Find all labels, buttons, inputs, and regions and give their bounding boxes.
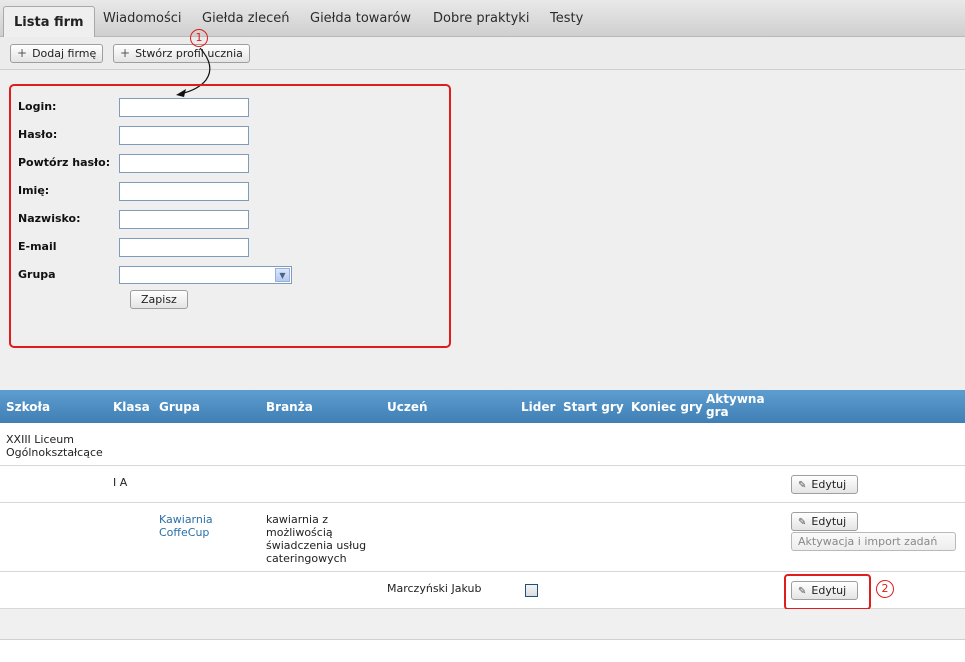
group-select[interactable]: ▼ xyxy=(119,266,292,284)
email-label: E-mail xyxy=(18,240,57,253)
column-header-end[interactable]: Koniec gry xyxy=(631,400,703,414)
edit-student-highlight xyxy=(784,574,871,610)
add-company-button[interactable]: + Dodaj firmę xyxy=(10,44,104,63)
chevron-down-icon[interactable]: ▼ xyxy=(275,268,290,282)
table-header: Szkoła Klasa Grupa Branża Uczeń Lider St… xyxy=(0,390,965,423)
edit-group-label: Edytuj xyxy=(811,515,847,528)
column-header-class[interactable]: Klasa xyxy=(113,400,150,414)
table-row-class: I A ✎ Edytuj xyxy=(0,466,965,503)
save-button[interactable]: Zapisz xyxy=(130,290,188,309)
pencil-icon: ✎ xyxy=(798,517,807,528)
last-name-label: Nazwisko: xyxy=(18,212,81,225)
leader-checkbox[interactable] xyxy=(525,584,538,597)
column-header-industry[interactable]: Branża xyxy=(266,400,313,414)
table-row-group: Kawiarnia CoffeCup kawiarnia z możliwośc… xyxy=(0,503,965,572)
password-label: Hasło: xyxy=(18,128,58,141)
tab-lista-firm[interactable]: Lista firm xyxy=(3,6,95,38)
repeat-password-input[interactable] xyxy=(119,154,249,173)
email-input[interactable] xyxy=(119,238,249,257)
column-header-student[interactable]: Uczeń xyxy=(387,400,428,414)
tab-gielda-zlecen[interactable]: Giełda zleceń xyxy=(202,11,290,26)
login-label: Login: xyxy=(18,100,57,113)
pencil-icon: ✎ xyxy=(798,480,807,491)
school-name: XXIII Liceum Ogólnokształcące xyxy=(6,433,103,459)
edit-group-button[interactable]: ✎ Edytuj xyxy=(791,512,858,531)
class-name: I A xyxy=(113,476,128,489)
login-input[interactable] xyxy=(119,98,249,117)
student-name: Marczyński Jakub xyxy=(387,582,482,595)
main-tab-bar: Lista firm Wiadomości Giełda zleceń Gieł… xyxy=(0,0,965,38)
annotation-marker-2: 2 xyxy=(876,580,894,598)
column-header-group[interactable]: Grupa xyxy=(159,400,200,414)
group-label: Grupa xyxy=(18,268,56,281)
plus-icon: + xyxy=(17,46,28,60)
first-name-label: Imię: xyxy=(18,184,50,197)
table-row-school: XXIII Liceum Ogólnokształcące xyxy=(0,423,965,466)
column-header-school[interactable]: Szkoła xyxy=(6,400,50,414)
tab-dobre-praktyki[interactable]: Dobre praktyki xyxy=(433,11,529,26)
column-header-active-game[interactable]: Aktywna gra xyxy=(706,393,776,419)
tab-wiadomosci[interactable]: Wiadomości xyxy=(103,11,182,26)
activate-import-tasks-button[interactable]: Aktywacja i import zadań xyxy=(791,532,956,551)
annotation-marker-2-label: 2 xyxy=(881,582,889,595)
first-name-input[interactable] xyxy=(119,182,249,201)
add-company-label: Dodaj firmę xyxy=(32,47,97,60)
column-header-leader[interactable]: Lider xyxy=(521,400,555,414)
last-name-input[interactable] xyxy=(119,210,249,229)
group-industry: kawiarnia z możliwością świadczenia usłu… xyxy=(266,513,367,565)
column-header-start[interactable]: Start gry xyxy=(563,400,624,414)
group-name-link[interactable]: Kawiarnia CoffeCup xyxy=(159,513,239,539)
tab-gielda-towarow[interactable]: Giełda towarów xyxy=(310,11,411,26)
edit-class-label: Edytuj xyxy=(811,478,847,491)
edit-class-button[interactable]: ✎ Edytuj xyxy=(791,475,858,494)
table-footer xyxy=(0,609,965,640)
toolbar: + Dodaj firmę + Stwórz profil ucznia xyxy=(0,37,965,70)
password-input[interactable] xyxy=(119,126,249,145)
tab-testy[interactable]: Testy xyxy=(550,11,583,26)
annotation-marker-1-label: 1 xyxy=(195,31,203,44)
repeat-password-label: Powtórz hasło: xyxy=(18,156,111,169)
plus-icon: + xyxy=(120,46,131,60)
